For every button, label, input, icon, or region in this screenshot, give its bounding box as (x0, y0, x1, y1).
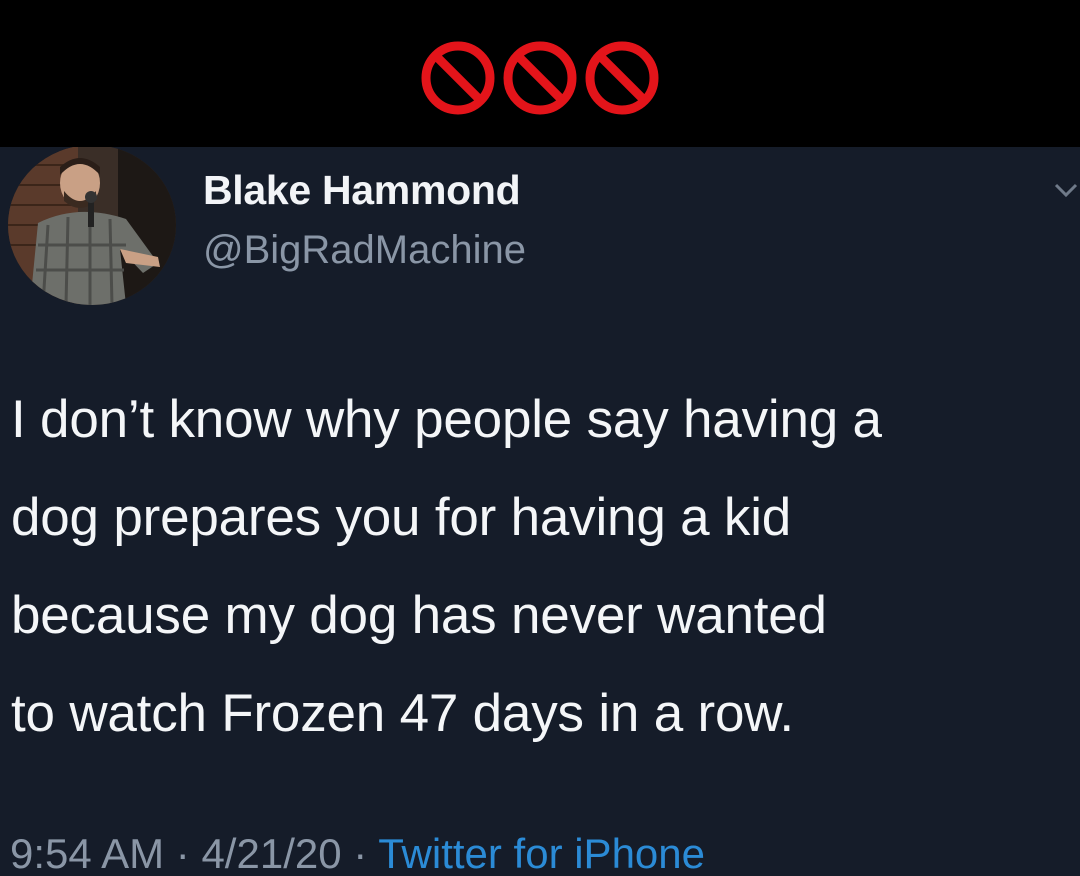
tweet-source-link[interactable]: Twitter for iPhone (378, 830, 705, 876)
user-handle[interactable]: @BigRadMachine (203, 228, 526, 273)
tweet-card: Blake Hammond @BigRadMachine I don’t kno… (0, 147, 1080, 876)
tweet-date[interactable]: 4/21/20 (201, 830, 341, 876)
avatar[interactable] (8, 147, 176, 305)
avatar-photo (8, 147, 176, 305)
meta-separator: · (353, 830, 368, 876)
prohibited-icon (585, 41, 659, 115)
tweet-time[interactable]: 9:54 AM (10, 830, 164, 876)
tweet-text-line: dog prepares you for having a kid (11, 488, 792, 547)
tweet-text-line: to watch Frozen 47 days in a row. (11, 684, 794, 743)
tweet-meta: 9:54 AM · 4/21/20 · Twitter for iPhone (10, 830, 705, 876)
meta-separator: · (175, 830, 190, 876)
tweet-text-line: I don’t know why people say having a (11, 390, 882, 449)
prohibited-emoji-row (418, 38, 662, 118)
display-name[interactable]: Blake Hammond (203, 167, 521, 214)
tweet-text: I don’t know why people say having a dog… (11, 371, 1080, 763)
chevron-down-icon[interactable] (1052, 179, 1080, 199)
prohibited-icon (503, 41, 577, 115)
tweet-text-line: because my dog has never wanted (11, 586, 827, 645)
prohibited-icon (421, 41, 495, 115)
top-banner (0, 0, 1080, 147)
